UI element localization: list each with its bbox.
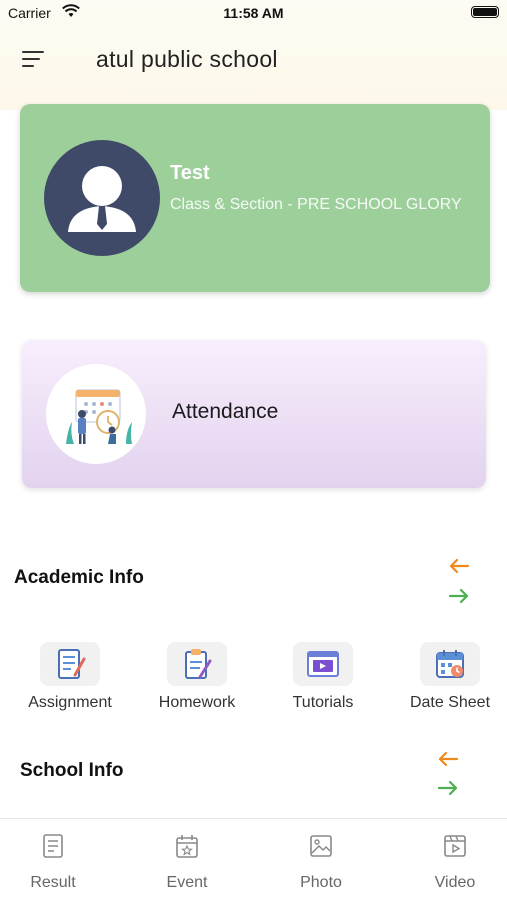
hamburger-menu-icon[interactable] <box>22 50 48 70</box>
tile-tutorials[interactable]: Tutorials <box>268 642 378 718</box>
arrow-right-icon[interactable] <box>448 588 470 604</box>
tile-homework[interactable]: Homework <box>142 642 252 718</box>
assignment-icon <box>40 642 100 686</box>
photo-icon <box>310 835 332 857</box>
student-name: Test <box>170 162 210 184</box>
nav-item-video[interactable]: Video <box>410 833 500 892</box>
attendance-label: Attendance <box>172 400 279 423</box>
status-time: 11:58 AM <box>223 5 284 21</box>
page-title: atul public school <box>96 46 278 72</box>
bottom-nav: Result Event Photo Video <box>0 818 507 901</box>
nav-item-photo[interactable]: Photo <box>276 833 366 892</box>
video-icon <box>444 835 466 857</box>
tutorials-icon <box>293 642 353 686</box>
status-bar: Carrier 11:58 AM <box>0 0 507 28</box>
nav-label: Event <box>166 874 208 891</box>
nav-label: Result <box>30 874 76 891</box>
tile-label: Date Sheet <box>409 694 491 711</box>
academic-info-title: Academic Info <box>14 567 144 588</box>
nav-label: Photo <box>300 874 342 891</box>
result-icon <box>43 834 63 858</box>
school-info-title: School Info <box>20 760 124 781</box>
attendance-card[interactable]: Attendance <box>22 340 486 488</box>
tile-date-sheet[interactable]: Date Sheet <box>395 642 505 718</box>
class-section-label: Class & Section - PRE SCHOOL GLORY <box>170 196 462 213</box>
profile-card[interactable]: Test Class & Section - PRE SCHOOL GLORY <box>20 104 490 292</box>
nav-item-event[interactable]: Event <box>142 833 232 892</box>
nav-label: Video <box>434 874 476 891</box>
homework-icon <box>167 642 227 686</box>
tile-assignment[interactable]: Assignment <box>15 642 125 718</box>
date-sheet-icon <box>420 642 480 686</box>
attendance-illustration-icon <box>46 364 146 464</box>
battery-icon <box>471 6 499 18</box>
arrow-left-icon[interactable] <box>448 558 470 574</box>
arrow-left-icon[interactable] <box>437 751 459 767</box>
nav-item-result[interactable]: Result <box>8 833 98 892</box>
user-avatar-icon <box>44 140 160 256</box>
arrow-right-icon[interactable] <box>437 780 459 796</box>
event-icon <box>176 835 198 858</box>
tile-label: Homework <box>158 694 236 711</box>
tile-label: Assignment <box>28 694 112 711</box>
tile-label: Tutorials <box>292 694 354 711</box>
